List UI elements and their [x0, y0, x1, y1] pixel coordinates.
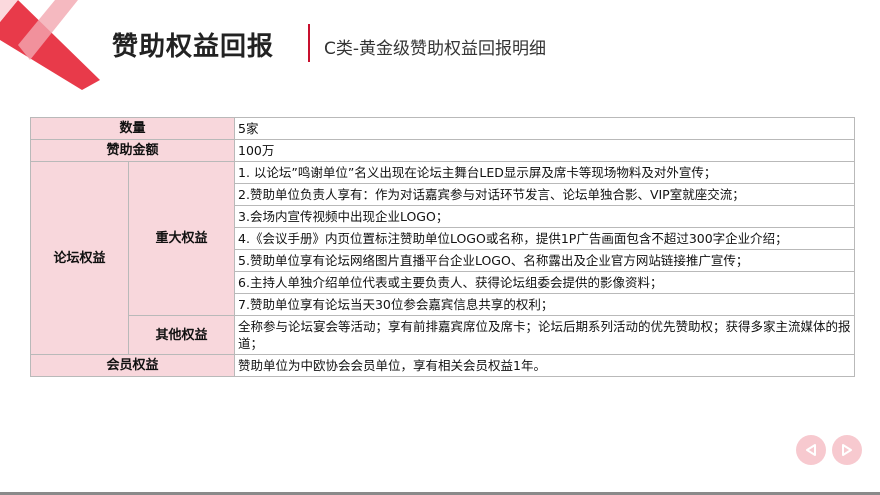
page-subtitle: C类-黄金级赞助权益回报明细 — [324, 39, 547, 59]
next-slide-button[interactable] — [832, 435, 862, 465]
table-row: 数量 5家 — [29, 117, 856, 140]
quantity-value: 5家 — [234, 117, 856, 140]
title-divider — [308, 24, 310, 62]
table-row: 会员权益 赞助单位为中欧协会会员单位，享有相关会员权益1年。 — [29, 354, 856, 377]
other-rights-label: 其他权益 — [127, 315, 236, 355]
major-right-item: 7.赞助单位享有论坛当天30位参会嘉宾信息共享的权利； — [234, 293, 856, 316]
sponsorship-table: 数量 5家 赞助金额 100万 论坛权益 重大权益 1. 以论坛”鸣谢单位”名义… — [29, 117, 856, 377]
major-rights-label: 重大权益 — [127, 161, 236, 316]
forum-rights-label: 论坛权益 — [30, 161, 129, 355]
member-rights-value: 赞助单位为中欧协会会员单位，享有相关会员权益1年。 — [234, 354, 856, 377]
major-right-item: 5.赞助单位享有论坛网络图片直播平台企业LOGO、名称露出及企业官方网站链接推广… — [234, 249, 856, 272]
major-right-item: 1. 以论坛”鸣谢单位”名义出现在论坛主舞台LED显示屏及席卡等现场物料及对外宣… — [234, 161, 856, 184]
member-rights-label: 会员权益 — [29, 354, 236, 377]
triangle-left-icon — [806, 444, 816, 456]
amount-label: 赞助金额 — [29, 139, 236, 162]
major-right-item: 4.《会议手册》内页位置标注赞助单位LOGO或名称，提供1P广告画面包含不超过3… — [234, 227, 856, 250]
quantity-label: 数量 — [29, 117, 236, 140]
page-title: 赞助权益回报 — [112, 32, 275, 62]
amount-value: 100万 — [234, 139, 856, 162]
major-right-item: 6.主持人单独介绍单位代表或主要负责人、获得论坛组委会提供的影像资料； — [234, 271, 856, 294]
table-row: 论坛权益 重大权益 1. 以论坛”鸣谢单位”名义出现在论坛主舞台LED显示屏及席… — [30, 161, 856, 355]
table-row: 其他权益 全称参与论坛宴会等活动；享有前排嘉宾席位及席卡；论坛后期系列活动的优先… — [31, 315, 856, 355]
triangle-right-icon — [842, 444, 852, 456]
previous-slide-button[interactable] — [796, 435, 826, 465]
major-right-item: 2.赞助单位负责人享有：作为对话嘉宾参与对话环节发言、论坛单独合影、VIP室就座… — [234, 183, 856, 206]
major-right-item: 3.会场内宣传视频中出现企业LOGO； — [234, 205, 856, 228]
table-row: 赞助金额 100万 — [29, 139, 856, 162]
other-rights-value: 全称参与论坛宴会等活动；享有前排嘉宾席位及席卡；论坛后期系列活动的优先赞助权；获… — [234, 315, 856, 355]
